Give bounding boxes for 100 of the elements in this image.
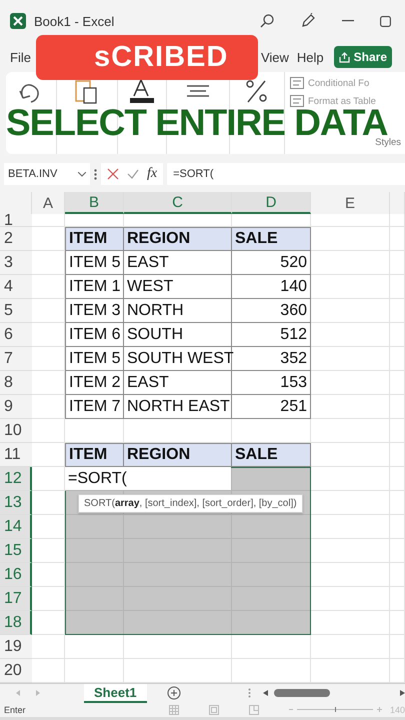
row-header[interactable]: 9 [0, 395, 32, 419]
table-cell: ITEM 6 [65, 323, 124, 347]
row-header[interactable]: 14 [0, 515, 32, 539]
table-cell: 512 [232, 323, 311, 347]
column-header[interactable]: A [32, 192, 65, 214]
grid-cell[interactable] [65, 515, 124, 539]
grid-cell[interactable] [232, 587, 311, 611]
page-break-icon [248, 704, 259, 714]
column-header[interactable]: D [232, 192, 311, 214]
grid-cell[interactable] [124, 611, 232, 635]
table-cell: EAST [124, 251, 232, 275]
row-header[interactable]: 8 [0, 371, 32, 395]
grid-cell[interactable] [232, 515, 311, 539]
check-icon[interactable] [127, 169, 139, 179]
column-header[interactable]: B [65, 192, 124, 214]
row-header[interactable]: 4 [0, 275, 32, 299]
grid-cell[interactable] [232, 467, 311, 491]
column-header[interactable]: C [124, 192, 232, 214]
row-header[interactable]: 7 [0, 347, 32, 371]
table-cell: ITEM 5 [65, 347, 124, 371]
insert-function-button[interactable]: fx [147, 166, 158, 182]
grid-cell[interactable] [65, 611, 124, 635]
row-header[interactable]: 3 [0, 251, 32, 275]
maximize-icon[interactable] [380, 16, 391, 26]
function-tooltip: SORT(array, [sort_index], [sort_order], [by_col]) [78, 494, 303, 513]
table-cell: REGION [124, 227, 232, 251]
table-cell: WEST [124, 275, 232, 299]
window-title: Book1 - Excel [34, 14, 114, 28]
table-cell: ITEM 1 [65, 275, 124, 299]
normal-view-icon [168, 704, 179, 714]
scroll-right-icon [400, 690, 405, 696]
subscribe-button[interactable]: sCRIBED [36, 35, 258, 80]
table-cell: EAST [124, 371, 232, 395]
cancel-icon[interactable] [107, 168, 119, 180]
table-cell: SOUTH WEST [124, 347, 232, 371]
share-button[interactable]: Share [334, 46, 392, 68]
grid-cell[interactable] [232, 563, 311, 587]
table-cell: ITEM 3 [65, 299, 124, 323]
grid-cell[interactable] [232, 611, 311, 635]
grid-cell[interactable] [65, 563, 124, 587]
add-sheet-icon[interactable] [166, 686, 181, 700]
status-mode: Enter [4, 704, 26, 714]
row-header[interactable]: 20 [0, 659, 32, 683]
conditional-format-icon [290, 77, 304, 89]
menu-tab[interactable]: View [256, 46, 293, 68]
table-cell: ITEM [65, 443, 124, 467]
table-cell: ITEM 7 [65, 395, 124, 419]
formula-field[interactable]: =SORT( [167, 163, 405, 185]
excel-logo-icon [10, 13, 26, 29]
table-cell: 251 [232, 395, 311, 419]
row-header[interactable]: 16 [0, 563, 32, 587]
minimize-icon[interactable] [342, 20, 354, 22]
grid-cell[interactable] [124, 515, 232, 539]
table-cell: 360 [232, 299, 311, 323]
menu-tab[interactable]: Help [292, 46, 328, 68]
column-header[interactable]: E [311, 192, 390, 214]
row-header[interactable]: 19 [0, 635, 32, 659]
table-cell: SOUTH [124, 323, 232, 347]
menu-tab[interactable]: File [6, 46, 35, 68]
grid-cell[interactable] [232, 539, 311, 563]
table-cell: SALE [232, 443, 311, 467]
table-cell: ITEM [65, 227, 124, 251]
row-header[interactable]: 13 [0, 491, 32, 515]
next-sheet-icon [36, 690, 40, 696]
table-cell: 352 [232, 347, 311, 371]
sheet-tab[interactable]: Sheet1 [84, 684, 147, 702]
zoom-in-icon [376, 707, 382, 712]
row-header[interactable]: 6 [0, 323, 32, 347]
row-header[interactable]: 12 [0, 467, 32, 491]
previous-sheet-icon [16, 690, 20, 696]
pen-icon[interactable] [300, 13, 316, 29]
table-format-icon [290, 95, 304, 107]
table-cell: SALE [232, 227, 311, 251]
table-cell: NORTH EAST [124, 395, 232, 419]
grid-cell[interactable] [65, 587, 124, 611]
search-icon[interactable] [260, 14, 274, 28]
row-header[interactable]: 2 [0, 227, 32, 251]
table-cell: NORTH [124, 299, 232, 323]
column-header[interactable] [390, 192, 405, 214]
table-cell: ITEM 2 [65, 371, 124, 395]
row-header[interactable]: 17 [0, 587, 32, 611]
row-header[interactable]: 11 [0, 443, 32, 467]
table-cell: 140 [232, 275, 311, 299]
group-label: Styles [375, 137, 401, 148]
row-header[interactable]: 15 [0, 539, 32, 563]
row-header[interactable]: 18 [0, 611, 32, 635]
more-icon [248, 688, 251, 698]
grid-cell[interactable] [65, 539, 124, 563]
page-layout-icon [208, 704, 219, 714]
scroll-left-icon [263, 690, 268, 696]
share-icon [338, 52, 350, 62]
horizontal-scrollbar[interactable] [274, 689, 330, 697]
table-cell: 520 [232, 251, 311, 275]
table-cell: 153 [232, 371, 311, 395]
row-header[interactable]: 5 [0, 299, 32, 323]
row-header[interactable]: 10 [0, 419, 32, 443]
table-cell: ITEM 5 [65, 251, 124, 275]
name-box[interactable]: BETA.INV [4, 163, 90, 185]
row-header[interactable]: 1 [0, 214, 32, 227]
font-color-icon[interactable] [128, 78, 156, 106]
